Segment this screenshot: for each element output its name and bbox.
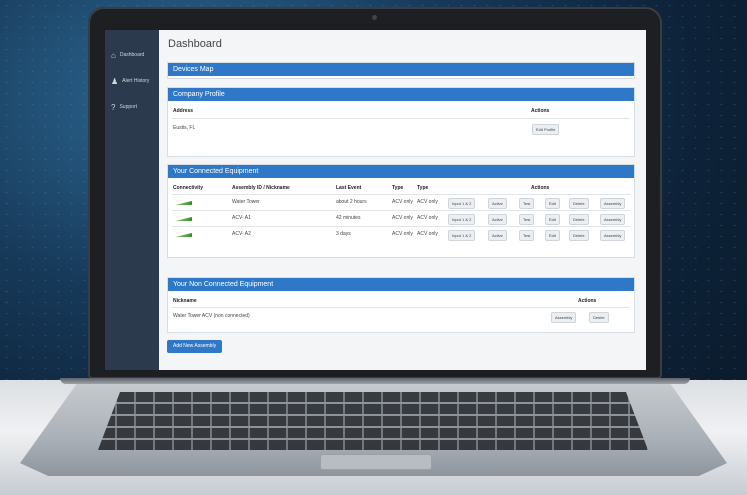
divider <box>172 194 630 195</box>
delete-button[interactable]: Delete <box>569 230 589 241</box>
non-connected-equipment-panel: Your Non Connected Equipment Nickname Ac… <box>167 277 635 333</box>
divider <box>172 226 630 227</box>
type: ACV only <box>392 231 413 237</box>
company-address: Eustis, FL <box>173 125 196 131</box>
column-header: Connectivity <box>173 185 204 191</box>
divider <box>172 307 630 308</box>
test-button[interactable]: Test <box>519 230 535 241</box>
nickname-header: Nickname <box>173 298 197 304</box>
active-button[interactable]: Active <box>488 214 507 225</box>
test-button[interactable]: Test <box>519 214 535 225</box>
assembly-button[interactable]: Assembly <box>600 230 626 241</box>
column-header: Assembly ID / Nickname <box>232 185 290 191</box>
type: ACV only <box>392 199 413 205</box>
edit-profile-button[interactable]: Edit Profile <box>532 124 560 135</box>
delete-button[interactable]: Delete <box>569 198 589 209</box>
non-connected-nickname: Water Tower ACV (non connected) <box>173 313 250 319</box>
non-connected-equipment-header: Your Non Connected Equipment <box>168 278 634 291</box>
devices-map-header[interactable]: Devices Map <box>168 63 634 76</box>
test-button[interactable]: Test <box>519 198 535 209</box>
camera-icon <box>372 15 377 20</box>
address-header: Address <box>173 108 194 114</box>
company-profile-panel: Company Profile Address Actions Eustis, … <box>167 87 635 157</box>
input-button[interactable]: Input 1 & 2 <box>448 198 476 209</box>
edit-button[interactable]: Edit <box>545 230 560 241</box>
signal-strength-icon <box>175 201 192 205</box>
column-header: Type <box>417 185 429 191</box>
assembly-button[interactable]: Assembly <box>551 312 577 323</box>
input-button[interactable]: Input 1 & 2 <box>448 230 476 241</box>
assembly-button[interactable]: Assembly <box>600 214 626 225</box>
sidebar-item-dashboard[interactable]: ⌂ Dashboard <box>105 42 159 68</box>
connected-equipment-header: Your Connected Equipment <box>168 165 634 178</box>
type: ACV only <box>417 231 438 237</box>
assembly-name: Water Tower <box>232 199 260 205</box>
add-new-assembly-button[interactable]: Add New Assembly <box>167 340 223 353</box>
last-event: 3 days <box>336 231 351 237</box>
sidebar-item-alert-history[interactable]: ♟ Alert History <box>105 68 159 94</box>
sidebar-item-support[interactable]: ? Support <box>105 94 159 120</box>
assembly-name: ACV- A1 <box>232 215 251 221</box>
actions-header: Actions <box>578 298 597 304</box>
last-event: about 2 hours <box>336 199 367 205</box>
sidebar: ⌂ Dashboard ♟ Alert History ? Support <box>105 30 159 370</box>
divider <box>172 118 630 119</box>
type: ACV only <box>392 215 413 221</box>
keyboard <box>98 392 648 450</box>
sidebar-item-label: Alert History <box>122 78 150 84</box>
last-event: 42 minutes <box>336 215 361 221</box>
laptop-lid: ⌂ Dashboard ♟ Alert History ? Support Da… <box>88 7 662 379</box>
sidebar-item-label: Dashboard <box>119 52 145 58</box>
laptop-screen: ⌂ Dashboard ♟ Alert History ? Support Da… <box>105 30 646 370</box>
bell-icon: ♟ <box>111 76 119 86</box>
active-button[interactable]: Active <box>488 198 507 209</box>
input-button[interactable]: Input 1 & 2 <box>448 214 476 225</box>
help-icon: ? <box>111 102 116 112</box>
delete-button[interactable]: Delete <box>589 312 609 323</box>
assembly-name: ACV- A2 <box>232 231 251 237</box>
column-header: Type <box>392 185 404 191</box>
type: ACV only <box>417 199 438 205</box>
active-button[interactable]: Active <box>488 230 507 241</box>
main-content: Dashboard Devices Map Company Profile Ad… <box>159 30 646 370</box>
trackpad <box>320 454 432 470</box>
type: ACV only <box>417 215 438 221</box>
connected-equipment-panel: Your Connected Equipment Connectivity As… <box>167 164 635 258</box>
signal-strength-icon <box>175 217 192 221</box>
edit-button[interactable]: Edit <box>545 198 560 209</box>
signal-strength-icon <box>175 233 192 237</box>
sidebar-item-label: Support <box>119 104 137 110</box>
edit-button[interactable]: Edit <box>545 214 560 225</box>
page-title: Dashboard <box>168 38 222 50</box>
devices-map-panel: Devices Map <box>167 62 635 79</box>
actions-header: Actions <box>531 108 550 114</box>
assembly-button[interactable]: Assembly <box>600 198 626 209</box>
delete-button[interactable]: Delete <box>569 214 589 225</box>
company-profile-header: Company Profile <box>168 88 634 101</box>
scene: ⌂ Dashboard ♟ Alert History ? Support Da… <box>0 0 747 495</box>
column-header: Actions <box>531 185 550 191</box>
column-header: Last Event <box>336 185 362 191</box>
divider <box>172 210 630 211</box>
laptop-hinge <box>60 378 690 384</box>
home-icon: ⌂ <box>111 50 116 60</box>
